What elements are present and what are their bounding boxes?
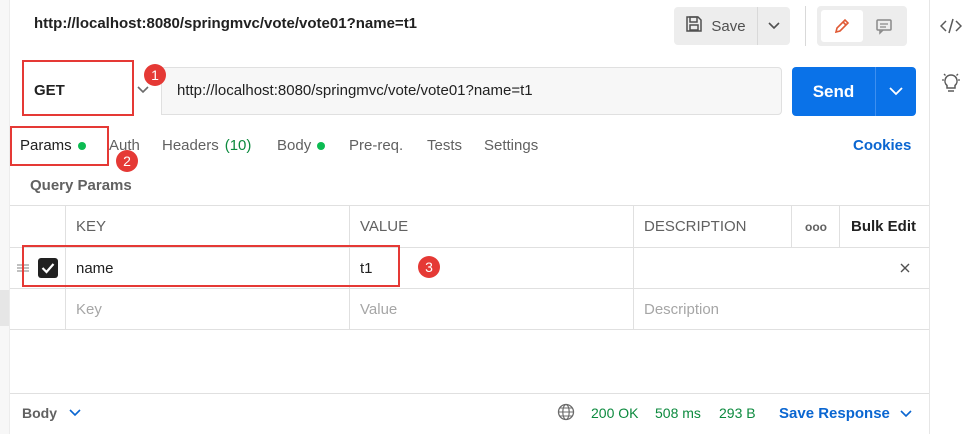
column-header-key: KEY (76, 218, 107, 235)
response-body-toggle[interactable]: Body (22, 405, 81, 421)
tab-settings[interactable]: Settings (484, 137, 538, 154)
left-gutter (0, 0, 10, 434)
response-divider (10, 393, 929, 394)
url-input[interactable]: http://localhost:8080/springmvc/vote/vot… (177, 82, 533, 99)
tab-tests-label: Tests (427, 137, 463, 154)
globe-icon[interactable] (557, 403, 575, 426)
tab-headers[interactable]: Headers (10) (162, 137, 251, 154)
chevron-down-icon (136, 82, 150, 101)
cookies-link[interactable]: Cookies (853, 137, 911, 154)
send-button-group: Send (792, 67, 916, 116)
comment-icon (876, 19, 892, 35)
save-response-button[interactable]: Save Response (779, 405, 912, 422)
chevron-down-icon (889, 87, 903, 96)
tab-tests[interactable]: Tests (427, 137, 462, 154)
tab-headers-label: Headers (162, 137, 219, 154)
annotation-box-row (22, 245, 400, 287)
tab-settings-label: Settings (484, 137, 539, 154)
tab-prereq-label: Pre-req. (349, 137, 404, 154)
more-options-button[interactable]: ooo (805, 206, 827, 247)
code-icon[interactable] (940, 15, 962, 37)
divider (805, 6, 806, 46)
chevron-down-icon (69, 409, 81, 417)
annotation-box-params (10, 126, 109, 166)
save-icon (685, 15, 703, 37)
edit-mode-button[interactable] (821, 10, 863, 42)
response-time[interactable]: 508 ms (655, 405, 701, 421)
save-label: Save (711, 17, 746, 35)
table-row-empty: Key Value Description (10, 289, 929, 330)
column-header-value: VALUE (360, 218, 409, 235)
comment-mode-button[interactable] (865, 10, 903, 42)
send-options-button[interactable] (876, 67, 916, 116)
tab-body-label: Body (277, 137, 312, 154)
query-params-title: Query Params (30, 177, 132, 194)
chevron-down-icon (768, 22, 780, 30)
new-key-field[interactable]: Key (76, 289, 102, 329)
annotation-box-method (22, 60, 134, 116)
lightbulb-icon[interactable] (940, 72, 962, 94)
headers-count: (10) (224, 137, 252, 154)
save-options-button[interactable] (758, 7, 790, 45)
save-button[interactable]: Save (674, 7, 758, 45)
chevron-down-icon (900, 409, 912, 417)
save-response-label: Save Response (779, 405, 890, 422)
annotation-badge-2: 2 (116, 150, 138, 172)
column-header-description: DESCRIPTION (644, 218, 747, 235)
tab-body[interactable]: Body (277, 137, 326, 154)
tab-prereq[interactable]: Pre-req. (349, 137, 403, 154)
new-value-field[interactable]: Value (360, 289, 397, 329)
annotation-badge-3: 3 (418, 256, 440, 278)
response-size[interactable]: 293 B (719, 405, 756, 421)
request-title: http://localhost:8080/springmvc/vote/vot… (34, 15, 418, 32)
response-status[interactable]: 200 OK (591, 405, 638, 421)
save-button-group: Save (674, 7, 790, 45)
new-description-field[interactable]: Description (644, 289, 719, 329)
gutter-marker (0, 290, 9, 326)
right-sidebar (929, 0, 966, 434)
response-body-label: Body (22, 405, 57, 421)
send-button[interactable]: Send (792, 67, 876, 116)
close-icon[interactable] (900, 248, 910, 288)
bulk-edit-button[interactable]: Bulk Edit (851, 206, 916, 247)
body-indicator-dot (317, 141, 326, 150)
pencil-icon (834, 18, 850, 34)
table-header-row: KEY VALUE DESCRIPTION ooo Bulk Edit (10, 206, 929, 248)
annotation-badge-1: 1 (144, 64, 166, 86)
view-mode-toggle (817, 6, 907, 46)
